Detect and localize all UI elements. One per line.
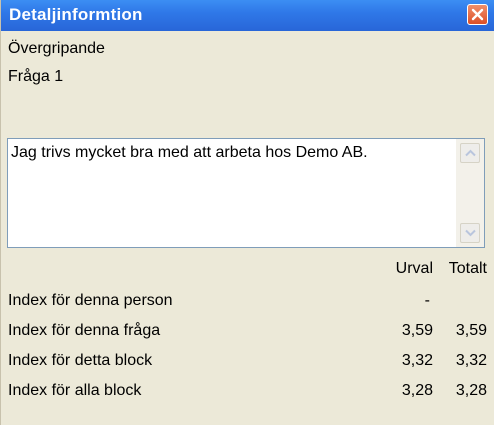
totalt-value: 3,59 [455,322,487,339]
close-icon [471,8,484,21]
scroll-up-button[interactable] [460,143,480,163]
close-button[interactable] [467,4,488,25]
table-row: Index för detta block 3,32 3,32 [1,352,494,380]
totalt-value: 3,32 [455,352,487,369]
table-header: Urval Totalt [1,260,494,288]
scroll-down-button[interactable] [460,223,480,243]
row-label: Index för detta block [8,352,153,369]
detail-window: Detaljinformtion Övergripande Fråga 1 Ja… [0,0,494,425]
table-row: Index för denna fråga 3,59 3,59 [1,322,494,350]
answer-textbox[interactable]: Jag trivs mycket bra med att arbeta hos … [7,138,485,248]
answer-text: Jag trivs mycket bra med att arbeta hos … [11,144,368,161]
row-label: Index för denna fråga [8,322,161,339]
urval-value: 3,28 [401,382,433,399]
chevron-down-icon [465,229,476,237]
row-label: Index för alla block [8,382,142,399]
category-label: Övergripande [8,40,105,57]
column-header-totalt: Totalt [448,260,487,277]
urval-value: 3,32 [401,352,433,369]
table-row: Index för alla block 3,28 3,28 [1,382,494,410]
vertical-scrollbar[interactable] [456,139,484,247]
question-label: Fråga 1 [8,68,64,85]
totalt-value: 3,28 [455,382,487,399]
row-label: Index för denna person [8,292,173,309]
urval-value: - [424,292,430,309]
table-row: Index för denna person - [1,292,494,320]
chevron-up-icon [465,149,476,157]
column-header-urval: Urval [395,260,433,277]
window-title: Detaljinformtion [9,5,143,24]
urval-value: 3,59 [401,322,433,339]
title-bar[interactable]: Detaljinformtion [1,0,494,31]
